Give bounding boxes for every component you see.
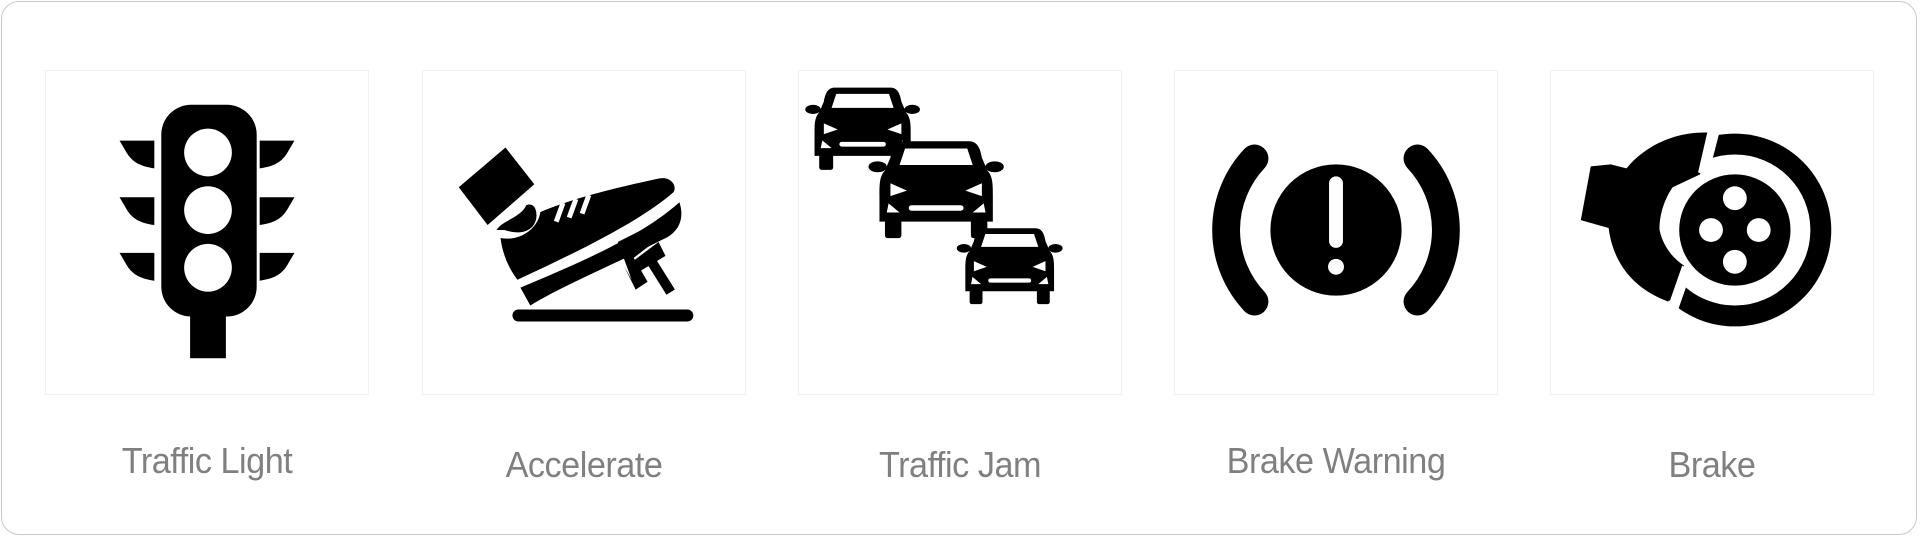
accelerate-pedal-icon — [458, 147, 694, 322]
traffic-light-icon — [119, 104, 295, 359]
label-brake-warning: Brake Warning — [1226, 440, 1446, 481]
label-accelerate: Accelerate — [505, 444, 663, 485]
icon-tile-brake — [1550, 70, 1874, 395]
icon-tile-traffic-light — [45, 70, 369, 395]
brake-warning-icon — [1212, 144, 1460, 316]
brake-disc-icon — [1580, 120, 1832, 327]
label-traffic-jam: Traffic Jam — [878, 444, 1042, 485]
icon-tile-traffic-jam — [798, 70, 1122, 395]
label-brake: Brake — [1668, 444, 1756, 485]
icon-tile-brake-warning — [1174, 70, 1498, 395]
car-icon — [956, 228, 1063, 305]
traffic-jam-icon — [805, 87, 1063, 305]
label-traffic-light: Traffic Light — [121, 440, 293, 481]
icon-tile-accelerate — [422, 70, 746, 395]
